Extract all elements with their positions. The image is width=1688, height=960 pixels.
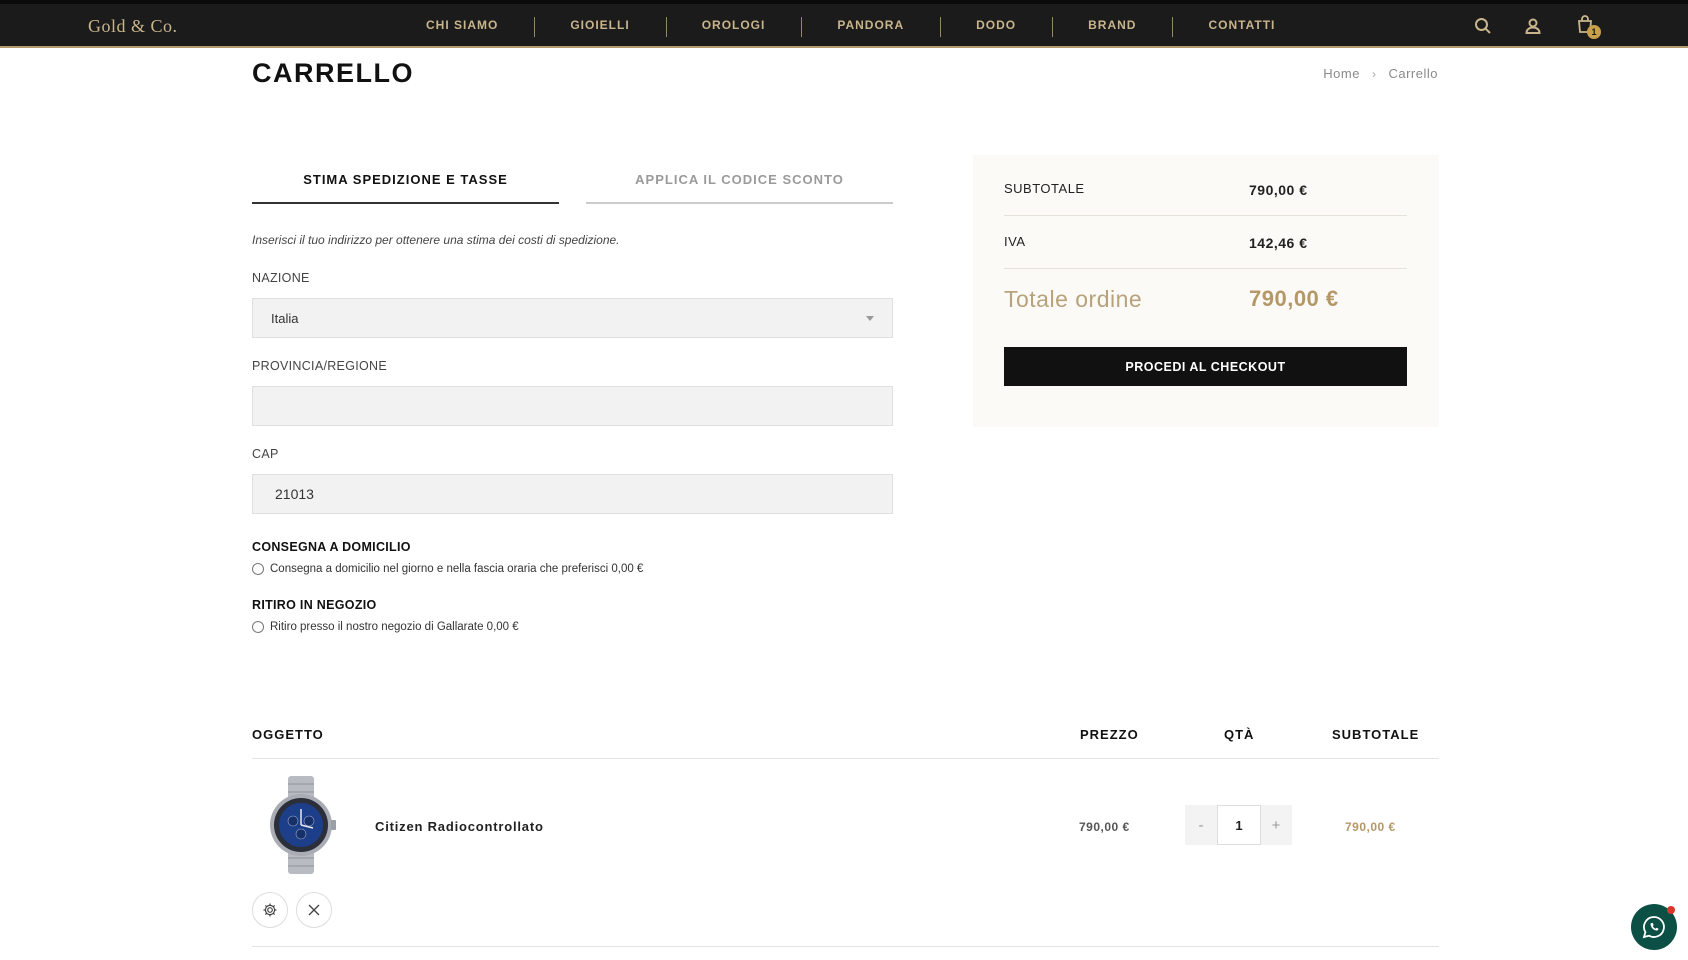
breadcrumb: Home › Carrello	[1323, 66, 1438, 81]
breadcrumb-home[interactable]: Home	[1323, 66, 1360, 81]
remove-item-button[interactable]	[296, 892, 332, 928]
region-label: PROVINCIA/REGIONE	[252, 359, 387, 373]
product-price: 790,00 €	[1079, 820, 1130, 834]
pickup-title: RITIRO IN NEGOZIO	[252, 598, 377, 612]
summary-tax-label: IVA	[1004, 234, 1026, 249]
edit-item-button[interactable]	[252, 892, 288, 928]
col-header-price: PREZZO	[1080, 727, 1139, 742]
home-delivery-option[interactable]: Consegna a domicilio nel giorno e nella …	[252, 563, 643, 575]
nav-item-pandora[interactable]: PANDORA	[801, 17, 940, 37]
divider	[252, 758, 1439, 759]
search-icon[interactable]	[1473, 16, 1493, 36]
col-header-qty: QTÀ	[1224, 727, 1255, 742]
order-total-value: 790,00 €	[1249, 286, 1339, 311]
notification-dot	[1667, 906, 1675, 914]
close-icon	[308, 904, 320, 916]
product-name[interactable]: Citizen Radiocontrollato	[375, 819, 544, 834]
home-delivery-title: CONSEGNA A DOMICILIO	[252, 540, 411, 554]
cart-count-badge: 1	[1587, 25, 1601, 39]
chevron-right-icon: ›	[1371, 66, 1377, 81]
order-summary: SUBTOTALE 790,00 € IVA 142,46 € Totale o…	[973, 155, 1439, 427]
summary-subtotal-label: SUBTOTALE	[1004, 181, 1085, 196]
qty-input[interactable]	[1217, 805, 1261, 845]
region-input[interactable]	[252, 386, 893, 426]
nav-item-orologi[interactable]: OROLOGI	[665, 17, 802, 37]
nav-item-contatti[interactable]: CONTATTI	[1172, 17, 1311, 37]
nav-item-brand[interactable]: BRAND	[1052, 17, 1172, 37]
country-selected-value: Italia	[271, 310, 299, 326]
order-total-label: Totale ordine	[1004, 286, 1143, 312]
summary-subtotal-value: 790,00 €	[1249, 182, 1308, 198]
col-header-item: OGGETTO	[252, 727, 324, 742]
summary-subtotal-row: SUBTOTALE 790,00 €	[1004, 155, 1407, 216]
nav-item-chi-siamo[interactable]: CHI SIAMO	[390, 18, 534, 32]
zip-input[interactable]: 21013	[252, 474, 893, 514]
divider	[252, 946, 1439, 947]
summary-tax-value: 142,46 €	[1249, 235, 1308, 251]
country-select[interactable]: Italia	[252, 298, 893, 338]
home-delivery-option-label: Consegna a domicilio nel giorno e nella …	[270, 563, 644, 575]
shipping-hint: Inserisci il tuo indirizzo per ottenere …	[252, 233, 620, 247]
page-title: CARRELLO	[252, 58, 414, 88]
logo[interactable]: Gold & Co.	[88, 16, 178, 37]
gear-icon	[263, 903, 277, 917]
cart-tabs: STIMA SPEDIZIONE E TASSE APPLICA IL CODI…	[252, 160, 893, 204]
checkout-button[interactable]: PROCEDI AL CHECKOUT	[1004, 347, 1407, 386]
nav-item-dodo[interactable]: DODO	[940, 17, 1052, 37]
main-nav: CHI SIAMO GIOIELLI OROLOGI PANDORA DODO …	[390, 4, 1311, 46]
user-icon[interactable]	[1523, 16, 1543, 36]
pickup-option[interactable]: Ritiro presso il nostro negozio di Galla…	[252, 621, 519, 633]
tab-discount-code[interactable]: APPLICA IL CODICE SCONTO	[586, 160, 893, 204]
cart-icon[interactable]: 1	[1575, 14, 1601, 39]
product-image-watch[interactable]	[266, 776, 336, 874]
country-label: NAZIONE	[252, 271, 310, 285]
col-header-subtotal: SUBTOTALE	[1332, 727, 1420, 742]
line-subtotal: 790,00 €	[1345, 820, 1396, 834]
whatsapp-icon	[1642, 916, 1665, 939]
home-delivery-radio[interactable]	[252, 563, 264, 575]
summary-tax-row: IVA 142,46 €	[1004, 216, 1407, 269]
qty-decrease-button[interactable]: -	[1185, 805, 1217, 845]
pickup-radio[interactable]	[252, 621, 264, 633]
quantity-stepper: - +	[1185, 805, 1292, 845]
breadcrumb-current: Carrello	[1388, 66, 1438, 81]
zip-label: CAP	[252, 447, 279, 461]
site-header: Gold & Co. CHI SIAMO GIOIELLI OROLOGI PA…	[0, 0, 1688, 48]
tab-shipping-estimate[interactable]: STIMA SPEDIZIONE E TASSE	[252, 160, 559, 204]
qty-increase-button[interactable]: +	[1260, 805, 1292, 845]
pickup-option-label: Ritiro presso il nostro negozio di Galla…	[270, 621, 519, 633]
nav-item-gioielli[interactable]: GIOIELLI	[534, 17, 665, 37]
chevron-down-icon	[866, 316, 874, 321]
